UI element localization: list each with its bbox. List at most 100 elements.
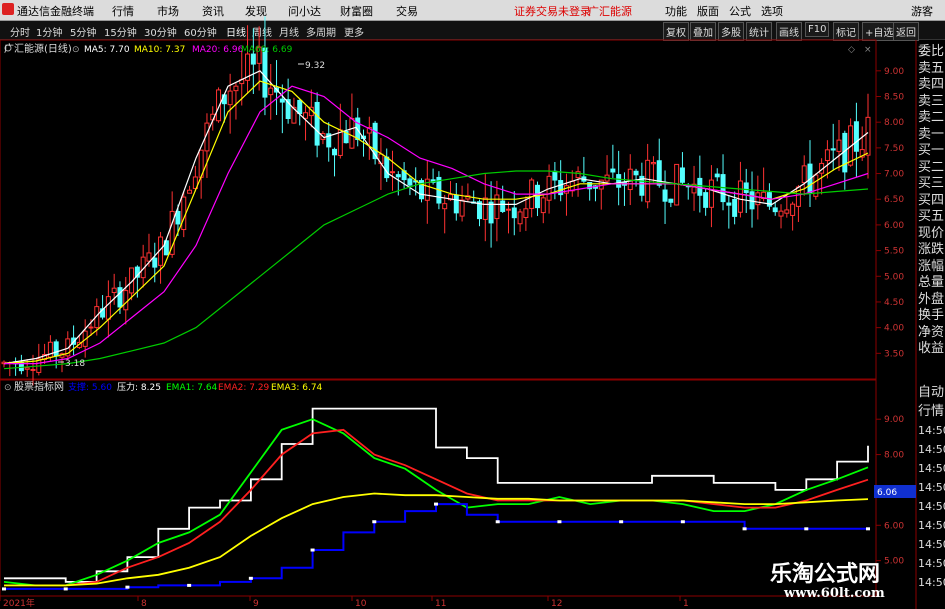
- main-ytick-label: 4.50: [884, 298, 904, 308]
- x-axis-label: 8: [141, 599, 147, 609]
- candle-up: [123, 290, 129, 311]
- tick-header[interactable]: 自动: [918, 383, 945, 402]
- tick-time: 14:50: [918, 519, 945, 532]
- candle-up: [865, 116, 871, 156]
- support-marker: [619, 520, 624, 524]
- candle-up: [233, 85, 239, 92]
- candle-up: [459, 199, 465, 217]
- main-ytick-label: 4.00: [884, 324, 904, 334]
- candle-up: [505, 208, 511, 211]
- quote-field-label: 涨幅: [918, 258, 945, 274]
- candle-up: [784, 209, 790, 214]
- candle-down: [511, 207, 517, 219]
- candle-down: [488, 201, 494, 224]
- main-ytick-label: 6.00: [884, 221, 904, 231]
- sub-ytick-label: 9.00: [884, 415, 904, 425]
- candle-up: [390, 171, 396, 174]
- candle-down: [453, 194, 459, 214]
- candle-up: [494, 194, 500, 220]
- main-ytick-label: 5.00: [884, 272, 904, 282]
- candle-up: [517, 211, 523, 225]
- high-price-label: 9.32: [305, 61, 325, 71]
- candle-down: [679, 167, 685, 183]
- candle-up: [105, 296, 111, 320]
- candle-down: [552, 170, 558, 181]
- ema2-label: EMA2: 7.29: [218, 383, 270, 393]
- main-chart-toggle-icon[interactable]: ⊙: [72, 45, 80, 55]
- candle-down: [395, 174, 401, 178]
- tick-time: 14:50: [918, 481, 945, 494]
- quote-field-label: 买三: [918, 176, 945, 191]
- main-ytick-label: 3.50: [884, 349, 904, 359]
- price-tag: 6.06: [877, 488, 897, 498]
- diamond-icon[interactable]: ◇: [848, 45, 855, 55]
- candle-down: [407, 178, 413, 186]
- candle-up: [790, 203, 796, 216]
- quote-field-label: 委比: [918, 44, 945, 59]
- candle-up: [111, 287, 117, 294]
- quote-field-label: 买四: [918, 192, 945, 208]
- support-marker: [742, 527, 747, 531]
- main-chart-title: 广汇能源(日线): [4, 42, 72, 55]
- support-marker: [557, 520, 562, 524]
- x-axis-label: 12: [551, 599, 562, 609]
- candle-down: [500, 200, 506, 212]
- quote-field-label: 买二: [918, 159, 945, 175]
- x-axis-label: 9: [253, 599, 259, 609]
- candle-down: [853, 121, 859, 152]
- candle-up: [227, 90, 233, 106]
- support-marker: [495, 520, 500, 524]
- watermark: 乐淘公式网 www.60lt.com: [770, 556, 940, 608]
- candle-down: [830, 148, 836, 151]
- support-marker: [372, 520, 377, 524]
- candle-down: [743, 182, 749, 194]
- main-ytick-label: 8.50: [884, 93, 904, 103]
- support-marker: [680, 520, 685, 524]
- tick-header[interactable]: 行情: [918, 402, 945, 421]
- support-marker: [187, 583, 192, 587]
- candle-up: [737, 180, 743, 213]
- tick-time: 14:50: [918, 443, 945, 456]
- quote-field-label: 外盘: [918, 291, 945, 307]
- main-ytick-label: 7.50: [884, 144, 904, 154]
- watermark-cn: 乐淘公式网: [770, 561, 881, 587]
- close-chart-icon[interactable]: ×: [864, 45, 872, 55]
- candle-down: [262, 47, 268, 98]
- support-marker: [2, 587, 6, 591]
- tick-time: 14:50: [918, 500, 945, 513]
- candle-up: [627, 168, 633, 191]
- candle-down: [332, 148, 338, 156]
- press-label: 压力: 8.25: [117, 381, 161, 393]
- support-marker: [125, 585, 130, 589]
- candle-up: [650, 161, 656, 165]
- support-marker: [63, 587, 68, 591]
- kline-chart[interactable]: 9.00 8.50 8.00 7.50 7.00 6.50 6.00 5.50 5.00 4.50…: [0, 0, 945, 609]
- sub-ytick-label: 8.00: [884, 451, 904, 461]
- sub-settings-icon[interactable]: ⊙: [4, 383, 12, 393]
- main-chart-frame: [0, 39, 877, 380]
- quote-field-label: 换手: [918, 308, 945, 323]
- candle-up: [575, 171, 581, 179]
- candle-up: [24, 367, 30, 370]
- quote-field-label: 卖一: [918, 126, 945, 142]
- candle-down: [668, 198, 674, 203]
- candle-down: [384, 156, 390, 179]
- candle-up: [268, 87, 274, 96]
- candle-down: [314, 101, 320, 146]
- ma-line-ma10: [3, 80, 869, 365]
- candle-up: [187, 189, 193, 194]
- candle-up: [523, 208, 529, 219]
- candle-up: [442, 203, 448, 210]
- candle-down: [703, 192, 709, 208]
- candle-down: [726, 202, 732, 206]
- candle-up: [778, 210, 784, 217]
- support-marker: [866, 527, 870, 531]
- candle-down: [714, 173, 720, 178]
- ma10-label: MA10: 7.37: [134, 45, 185, 55]
- candle-down: [749, 191, 755, 210]
- support-marker: [804, 527, 809, 531]
- quote-field-label: 买一: [918, 143, 945, 158]
- candle-down: [297, 99, 303, 115]
- candle-up: [824, 149, 830, 162]
- sub-chart-title: 股票指标网: [14, 380, 64, 393]
